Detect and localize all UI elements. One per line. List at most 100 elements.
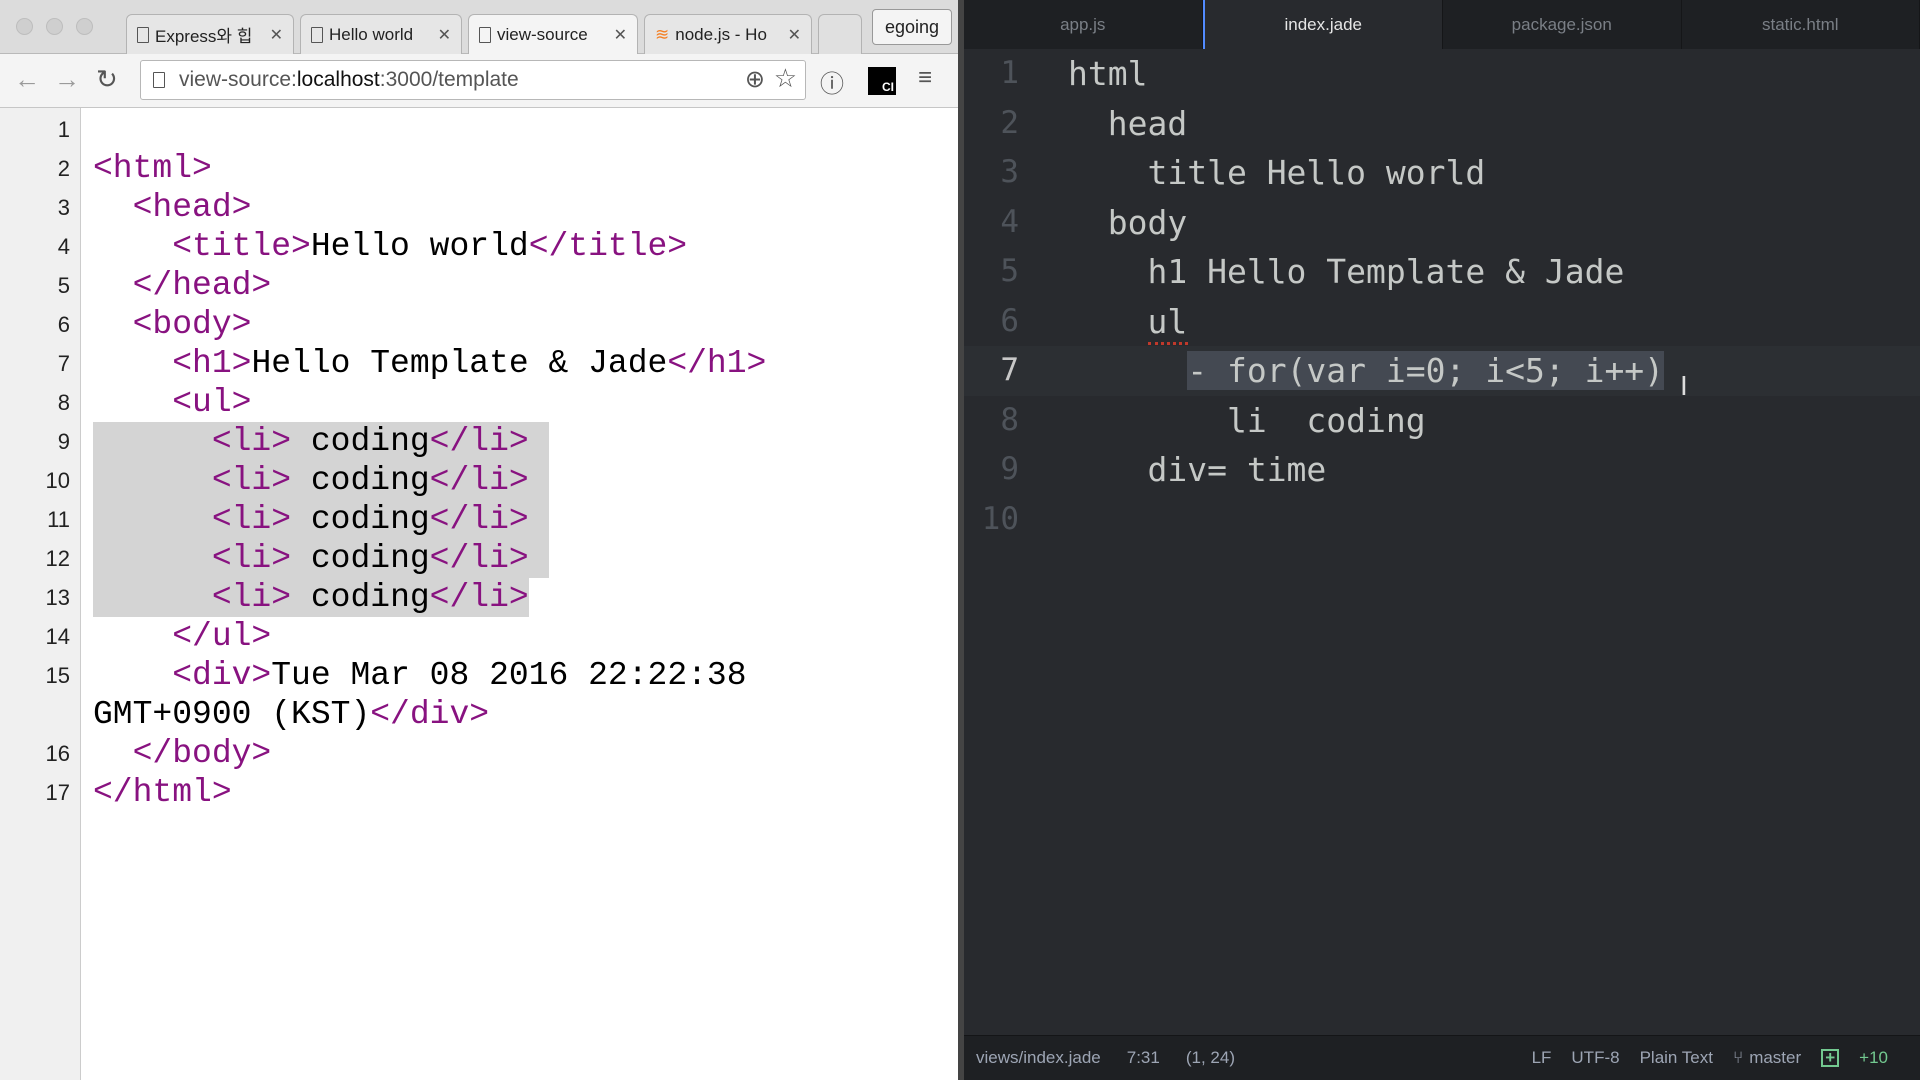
- editor-line[interactable]: 5 h1 Hello Template & Jade: [964, 247, 1920, 297]
- browser-toolbar: ← → ↻ view-source: localhost:3000/templat…: [0, 54, 958, 108]
- source-code[interactable]: </ul>: [93, 617, 271, 656]
- status-cursor-position[interactable]: 7:31: [1127, 1048, 1160, 1068]
- line-number: 13: [45, 584, 70, 610]
- editor-tab[interactable]: package.json: [1443, 0, 1682, 49]
- minimize-window-button[interactable]: [46, 18, 63, 35]
- editor-line[interactable]: 10: [964, 495, 1920, 545]
- editor-line[interactable]: 3 title Hello world: [964, 148, 1920, 198]
- html-tag: <li>: [211, 462, 292, 499]
- editor-line[interactable]: 7 - for(var i=0; i<5; i++): [964, 342, 1920, 396]
- line-number: 2: [1000, 104, 1019, 141]
- line-number: 14: [45, 623, 70, 649]
- text-content: Hello world: [310, 228, 529, 265]
- new-tab-button[interactable]: [818, 14, 862, 54]
- source-code[interactable]: </head>: [93, 266, 272, 305]
- source-code[interactable]: <li> coding</li>: [93, 500, 549, 539]
- editor-line[interactable]: 2 head: [964, 99, 1920, 149]
- text-content: [93, 462, 212, 499]
- browser-tab[interactable]: Express와 힙 ✕: [126, 14, 294, 54]
- status-git-branch[interactable]: master: [1749, 1048, 1801, 1068]
- menu-icon[interactable]: ≡: [918, 64, 932, 92]
- line-number: 10: [45, 467, 70, 493]
- source-code[interactable]: <div>Tue Mar 08 2016 22:22:38: [93, 656, 746, 695]
- line-text: h1 Hello Template & Jade: [1147, 252, 1625, 291]
- source-code[interactable]: <li> coding</li>: [93, 539, 549, 578]
- editor-tab[interactable]: static.html: [1682, 0, 1920, 49]
- status-file-path[interactable]: views/index.jade: [976, 1048, 1101, 1068]
- code-text: ul: [1068, 297, 1187, 347]
- source-code[interactable]: <html>: [93, 149, 212, 188]
- status-selection-count: (1, 24): [1185, 1048, 1235, 1067]
- zoom-icon[interactable]: ⊕: [745, 65, 765, 94]
- source-code[interactable]: <body>: [93, 305, 252, 344]
- close-window-button[interactable]: [16, 18, 33, 35]
- status-line-ending[interactable]: LF: [1532, 1048, 1552, 1068]
- status-git-changes[interactable]: + +10: [1821, 1048, 1908, 1068]
- source-code[interactable]: <title>Hello world</title>: [93, 227, 687, 266]
- html-tag: </ul>: [172, 618, 272, 655]
- text-content: coding: [291, 501, 430, 538]
- line-number: 7: [57, 350, 70, 376]
- line-text: head: [1107, 103, 1188, 143]
- page-icon: [153, 72, 165, 88]
- url-host: localhost: [296, 68, 380, 91]
- code-text: title Hello world: [1068, 148, 1485, 198]
- editor-tab[interactable]: app.js: [964, 0, 1203, 49]
- source-code[interactable]: <li> coding</li>: [93, 422, 549, 461]
- close-tab-icon[interactable]: ✕: [788, 25, 801, 45]
- source-code[interactable]: <ul>: [93, 383, 251, 422]
- text-content: [93, 579, 212, 616]
- editor-line[interactable]: 6 ul: [964, 297, 1920, 347]
- editor-line[interactable]: 8 li coding: [964, 396, 1920, 446]
- tab-title: node.js - Ho: [675, 24, 767, 44]
- status-encoding[interactable]: UTF-8: [1571, 1048, 1619, 1068]
- bookmark-star-icon[interactable]: ☆: [774, 63, 797, 94]
- address-bar[interactable]: view-source: localhost:3000/template ⊕ ☆: [140, 60, 806, 100]
- close-tab-icon[interactable]: ✕: [270, 25, 283, 45]
- editor-line[interactable]: 9 div= time: [964, 445, 1920, 495]
- html-tag: <body>: [132, 306, 252, 343]
- reload-button[interactable]: ↻: [96, 64, 118, 95]
- maximize-window-button[interactable]: [76, 18, 93, 35]
- profile-button[interactable]: egoing: [872, 9, 952, 45]
- back-button[interactable]: ←: [14, 64, 40, 95]
- line-number: 4: [57, 233, 70, 259]
- source-code[interactable]: </body>: [93, 734, 272, 773]
- editor-line[interactable]: 4 body: [964, 198, 1920, 248]
- html-tag: </title>: [528, 228, 688, 265]
- browser-tab[interactable]: view-source ✕: [468, 14, 638, 54]
- git-added-icon: +: [1821, 1049, 1840, 1067]
- close-tab-icon[interactable]: ✕: [438, 25, 451, 45]
- browser-tab[interactable]: Hello world ✕: [300, 14, 462, 54]
- line-number: 4: [1000, 203, 1019, 240]
- code-editor: app.js index.jade package.json static.html …: [964, 0, 1920, 1080]
- source-code[interactable]: <li> coding</li>: [93, 461, 549, 500]
- status-grammar[interactable]: Plain Text: [1640, 1048, 1713, 1068]
- browser-tab[interactable]: ≋ node.js - Ho ✕: [644, 14, 812, 54]
- html-tag: </h1>: [667, 345, 767, 382]
- source-code[interactable]: <h1>Hello Template & Jade</h1>: [93, 344, 766, 383]
- editor-line[interactable]: 1 html: [964, 49, 1920, 99]
- editor-tab[interactable]: index.jade: [1202, 0, 1443, 49]
- forward-button[interactable]: →: [54, 64, 80, 95]
- source-code[interactable]: <li> coding</li>: [93, 578, 529, 617]
- source-line: 5 </head>: [0, 266, 958, 305]
- html-tag: <head>: [132, 189, 252, 226]
- extension-ci-icon[interactable]: CI: [868, 67, 896, 95]
- extension-info-icon[interactable]: ⓘ: [820, 64, 844, 99]
- source-code[interactable]: </html>: [93, 773, 232, 812]
- source-code[interactable]: <head>: [93, 188, 252, 227]
- code-text: li coding: [1068, 396, 1426, 446]
- close-tab-icon[interactable]: ✕: [614, 25, 627, 45]
- html-tag: <div>: [172, 657, 272, 694]
- source-code[interactable]: GMT+0900 (KST)</div>: [93, 695, 489, 734]
- source-line: 17 </html>: [0, 773, 958, 812]
- line-number: 5: [57, 272, 70, 298]
- source-line: 11 <li> coding</li>: [0, 500, 958, 539]
